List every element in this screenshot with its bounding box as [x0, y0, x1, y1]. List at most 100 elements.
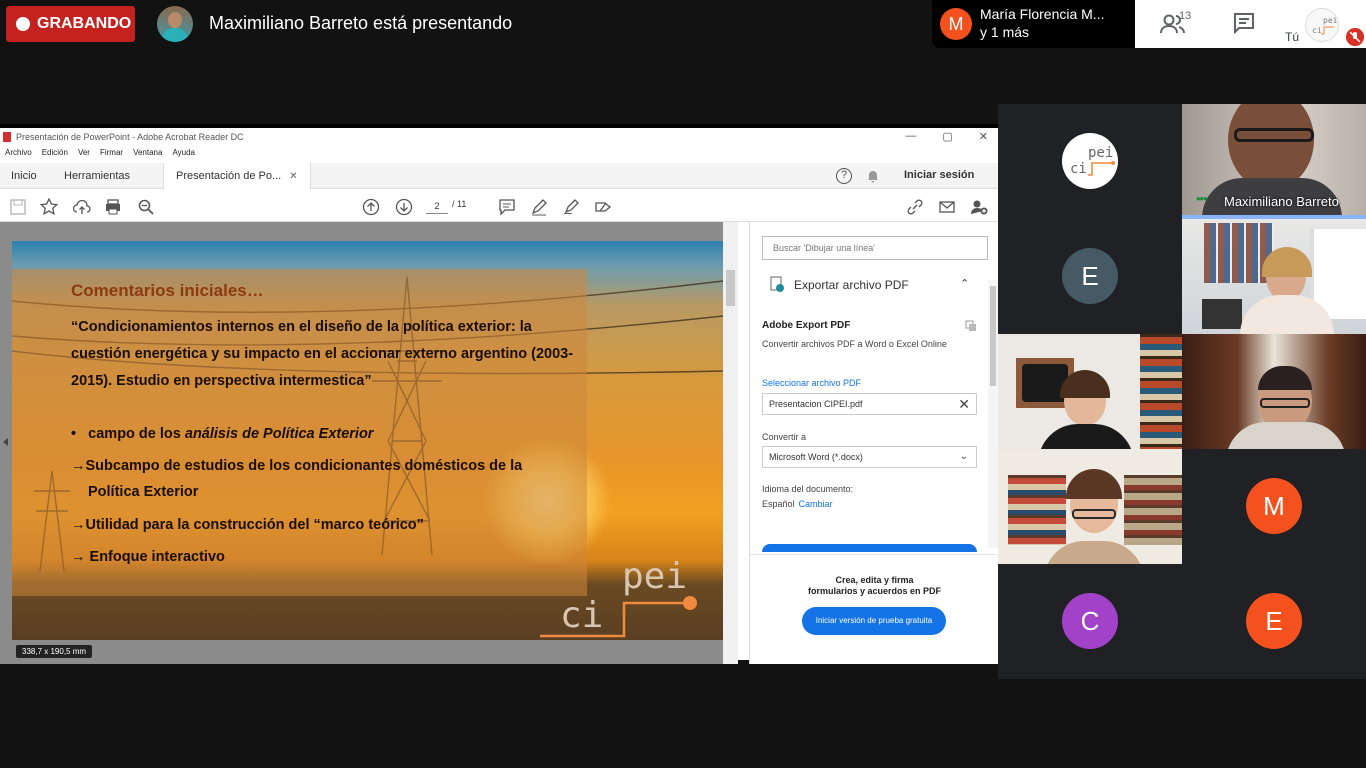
- slide-quote: “Condicionamientos internos en el diseño…: [71, 319, 574, 389]
- tab-document[interactable]: Presentación de Po... ✕: [163, 163, 311, 189]
- slide-logo-line: [540, 596, 697, 638]
- participant-avatar-e: E: [1062, 248, 1118, 304]
- acrobat-icon: [3, 132, 11, 142]
- maximize-icon[interactable]: ▢: [942, 130, 952, 143]
- export-pdf-title[interactable]: Exportar archivo PDF: [794, 278, 909, 292]
- bullet-1-emphasis: análisis de Política Exterior: [184, 426, 374, 442]
- zoom-icon[interactable]: [137, 198, 155, 216]
- tab-document-label: Presentación de Po...: [176, 170, 282, 182]
- recording-label: GRABANDO: [37, 15, 132, 32]
- export-subtitle: Convertir archivos PDF a Word o Excel On…: [762, 339, 947, 349]
- participant-avatar-c: C: [1062, 593, 1118, 649]
- remove-file-icon[interactable]: ✕: [958, 396, 970, 413]
- page-down-icon[interactable]: [395, 198, 413, 216]
- free-trial-button[interactable]: Iniciar versión de prueba gratuita: [802, 607, 946, 635]
- format-select[interactable]: Microsoft Word (*.docx) ⌄: [762, 446, 977, 468]
- bell-icon[interactable]: [866, 169, 880, 183]
- record-dot-icon: [16, 17, 30, 31]
- highlight-pen-icon[interactable]: [530, 198, 548, 216]
- menu-item-firmar[interactable]: Firmar: [100, 148, 123, 162]
- speaking-indicator-icon: •••: [1196, 191, 1208, 206]
- svg-text:pei: pei: [1088, 145, 1113, 161]
- slide-bullet-3: →Utilidad para la construcción del “marc…: [71, 517, 424, 533]
- self-avatar[interactable]: pei ci: [1305, 8, 1339, 42]
- slide-bullet-4: → Enfoque interactivo: [71, 549, 225, 565]
- save-icon[interactable]: [9, 198, 27, 216]
- export-pdf-icon: [770, 276, 784, 292]
- file-name: Presentacion CIPEI.pdf: [769, 399, 863, 409]
- minimize-icon[interactable]: —: [905, 130, 916, 143]
- presenter-name-label: Maximiliano Barreto: [1224, 194, 1339, 209]
- page-number-input[interactable]: 2: [426, 198, 448, 214]
- participant-tile-presenter[interactable]: ••• Maximiliano Barreto: [1182, 104, 1366, 219]
- participant-tile-video-5[interactable]: [998, 449, 1182, 564]
- change-language-link[interactable]: Cambiar: [799, 499, 833, 509]
- bullet-dot: •: [71, 426, 77, 442]
- collapse-chevron-icon[interactable]: ⌃: [960, 277, 969, 290]
- tools-search-input[interactable]: Buscar 'Dibujar una línea': [762, 236, 988, 260]
- tab-herramientas[interactable]: Herramientas: [64, 163, 130, 189]
- speaker-more: y 1 más: [980, 24, 1030, 40]
- participant-tile-video-3[interactable]: [998, 334, 1182, 449]
- language-row: Español Cambiar: [762, 499, 833, 509]
- link-icon[interactable]: [906, 198, 924, 216]
- mic-off-icon[interactable]: [1346, 28, 1364, 46]
- fill-sign-icon[interactable]: [594, 198, 612, 216]
- help-icon[interactable]: ?: [836, 168, 852, 184]
- document-view[interactable]: Comentarios iniciales… “Condicionamiento…: [0, 222, 738, 664]
- select-file-link[interactable]: Seleccionar archivo PDF: [762, 378, 861, 388]
- participant-tile-cipei[interactable]: pei ci: [998, 104, 1182, 219]
- participant-tile-e2[interactable]: E: [1182, 564, 1366, 679]
- promo-line-2: formularios y acuerdos en PDF: [807, 586, 942, 596]
- participant-tile-m[interactable]: M: [1182, 449, 1366, 564]
- participant-avatar-m: M: [1246, 478, 1302, 534]
- slide-bullet-2-cont: Política Exterior: [88, 484, 199, 500]
- cipei-logo-avatar: pei ci: [1062, 133, 1118, 189]
- tab-close-icon[interactable]: ✕: [289, 171, 297, 182]
- language-label: Idioma del documento:: [762, 484, 854, 494]
- doc-scrollbar[interactable]: [723, 222, 738, 664]
- slide-title: Comentarios iniciales…: [71, 281, 264, 300]
- acrobat-window: Presentación de PowerPoint - Adobe Acrob…: [0, 124, 999, 664]
- add-user-icon[interactable]: [970, 198, 988, 216]
- chat-icon[interactable]: [1233, 12, 1255, 34]
- participant-tile-video-4[interactable]: [1182, 334, 1366, 449]
- participant-tile-c[interactable]: C: [998, 564, 1182, 679]
- selected-file-field[interactable]: Presentacion CIPEI.pdf ✕: [762, 393, 977, 415]
- right-tools-pane: Buscar 'Dibujar una línea' Exportar arch…: [749, 222, 999, 664]
- window-title: Presentación de PowerPoint - Adobe Acrob…: [16, 132, 244, 142]
- convert-button[interactable]: [762, 544, 977, 552]
- pane-scrollbar[interactable]: [988, 280, 998, 548]
- chevron-down-icon: ⌄: [959, 451, 968, 462]
- comment-icon[interactable]: [498, 198, 516, 216]
- slide-bullet-1: • campo de los análisis de Política Exte…: [71, 421, 373, 447]
- participant-tile-e1[interactable]: E: [998, 219, 1182, 334]
- draw-icon[interactable]: [562, 198, 580, 216]
- meet-screen: GRABANDO Maximiliano Barreto está presen…: [0, 0, 1366, 768]
- page-up-icon[interactable]: [362, 198, 380, 216]
- speaker-avatar: M: [940, 8, 972, 40]
- close-icon[interactable]: ✕: [979, 130, 988, 143]
- pane-scroll-thumb[interactable]: [990, 286, 996, 386]
- menu-item-archivo[interactable]: Archivo: [5, 148, 32, 162]
- speaker-name: María Florencia M...: [980, 6, 1105, 22]
- bookmark-star-icon[interactable]: [40, 198, 58, 216]
- slide-bullet-2: →Subcampo de estudios de los condicionan…: [71, 458, 523, 474]
- page-total: / 11: [452, 199, 467, 209]
- menu-item-edicion[interactable]: Edición: [42, 148, 68, 162]
- toolbar: 2 / 11: [0, 190, 998, 222]
- promo-box: Crea, edita y firma formularios y acuerd…: [750, 554, 999, 664]
- email-icon[interactable]: [938, 198, 956, 216]
- menu-item-ayuda[interactable]: Ayuda: [172, 148, 195, 162]
- upload-cloud-icon[interactable]: [73, 198, 91, 216]
- active-speakers-pill[interactable]: M María Florencia M... y 1 más: [932, 0, 1135, 48]
- participant-tile-video-2[interactable]: [1182, 219, 1366, 334]
- doc-scroll-thumb[interactable]: [726, 270, 735, 306]
- tab-inicio[interactable]: Inicio: [11, 163, 37, 189]
- menu-item-ventana[interactable]: Ventana: [133, 148, 162, 162]
- bullet-1-text: campo de los: [88, 426, 185, 442]
- left-panel-arrow-icon[interactable]: [3, 438, 8, 446]
- menu-item-ver[interactable]: Ver: [78, 148, 90, 162]
- print-icon[interactable]: [104, 198, 122, 216]
- sign-in-button[interactable]: Iniciar sesión: [904, 169, 974, 181]
